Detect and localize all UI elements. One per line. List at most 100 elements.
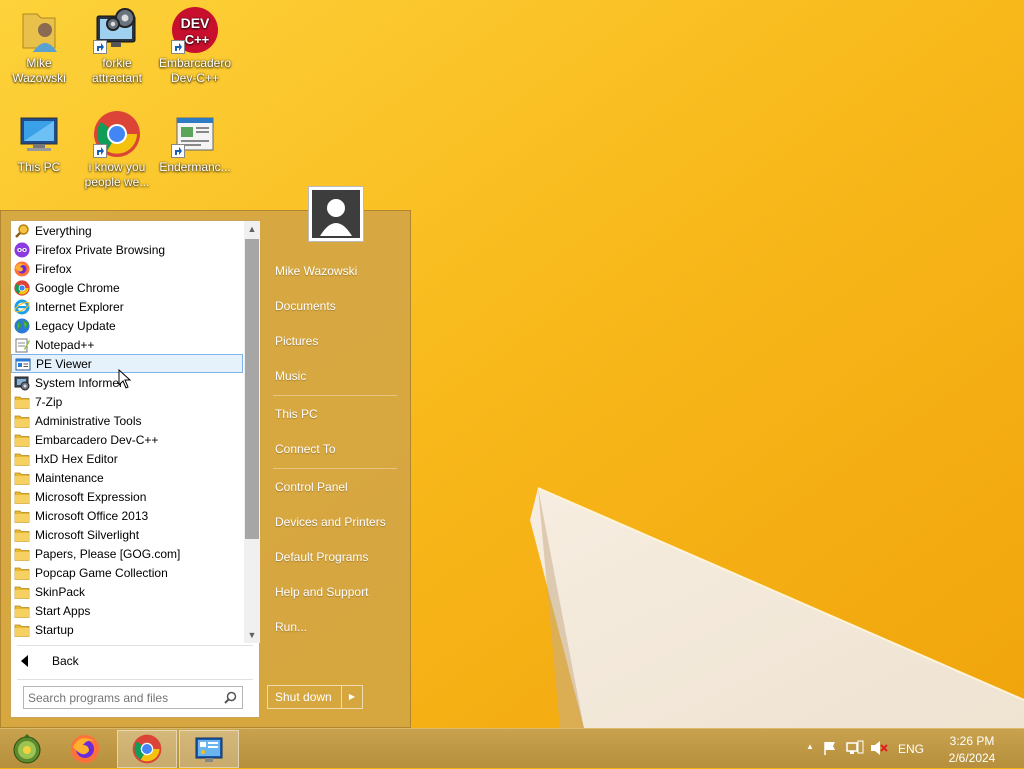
taskbar-chrome[interactable] [117, 730, 177, 768]
program-label: Legacy Update [35, 318, 116, 333]
start-menu-programs-pane: Everything Firefox Private Browsing Firefo… [10, 220, 260, 718]
control-panel-icon [195, 737, 223, 762]
notepad-icon [14, 337, 30, 353]
program-label: Papers, Please [GOG.com] [35, 546, 181, 561]
firefox-icon [14, 261, 30, 277]
program-item[interactable]: Embarcadero Dev-C++ [11, 430, 243, 449]
places-control-panel[interactable]: Control Panel [263, 472, 403, 502]
desktop-icon-forkie-attractant[interactable]: forkie attractant [78, 0, 156, 86]
folder-icon [14, 622, 30, 638]
program-list-scrollbar[interactable]: ▲ ▼ [244, 221, 260, 643]
places-default-programs[interactable]: Default Programs [263, 542, 403, 572]
scrollbar-thumb[interactable] [245, 239, 259, 539]
program-item[interactable]: Internet Explorer [11, 297, 243, 316]
program-item[interactable]: Startup [11, 620, 243, 639]
start-orb-icon [13, 734, 41, 764]
program-item[interactable]: HxD Hex Editor [11, 449, 243, 468]
program-item[interactable]: SkinPack [11, 582, 243, 601]
computer-icon [15, 110, 63, 158]
start-button[interactable] [0, 730, 54, 768]
desktop-icon-this-pc[interactable]: This PC [0, 104, 78, 175]
document-window-icon [171, 110, 219, 158]
action-center-flag-icon[interactable] [822, 740, 838, 759]
program-label: Notepad++ [35, 337, 95, 352]
search-box[interactable] [23, 686, 243, 709]
program-item[interactable]: Start Apps [11, 601, 243, 620]
folder-icon [14, 451, 30, 467]
program-label: Microsoft Silverlight [35, 527, 140, 542]
folder-icon [14, 565, 30, 581]
program-label: Maintenance [35, 470, 104, 485]
places-user-folder[interactable]: Mike Wazowski [263, 256, 403, 286]
program-item[interactable]: Microsoft Silverlight [11, 525, 243, 544]
desktop-icon-label: i know you people we... [84, 160, 150, 189]
program-label: HxD Hex Editor [35, 451, 118, 466]
scroll-down-icon[interactable]: ▼ [244, 627, 260, 643]
folder-icon [14, 470, 30, 486]
program-label: Microsoft Office 2013 [35, 508, 149, 523]
places-devices-and-printers[interactable]: Devices and Printers [263, 507, 403, 537]
shortcut-arrow-icon [93, 144, 107, 158]
program-item[interactable]: Firefox [11, 259, 243, 278]
scroll-up-icon[interactable]: ▲ [244, 221, 260, 237]
search-icon[interactable] [224, 691, 237, 707]
desktop-icon-mike-wazowski[interactable]: Mike Wazowski [0, 0, 78, 86]
volume-muted-icon[interactable] [870, 740, 888, 759]
program-item[interactable]: Legacy Update [11, 316, 243, 335]
chrome-icon [132, 734, 162, 764]
program-label: Google Chrome [35, 280, 120, 295]
desktop-icon-chrome-shortcut[interactable]: i know you people we... [78, 104, 156, 190]
magnifier-icon [14, 223, 30, 239]
user-avatar[interactable] [308, 186, 364, 242]
folder-icon [14, 413, 30, 429]
start-menu-places-pane: Mike Wazowski Documents Pictures Music T… [263, 186, 411, 729]
program-item[interactable]: Firefox Private Browsing [11, 240, 243, 259]
desktop-icon-embarcadero-devcpp[interactable]: DEV C++ Embarcadero Dev-C++ [156, 0, 234, 86]
taskbar-firefox[interactable] [55, 730, 115, 768]
program-item[interactable]: Papers, Please [GOG.com] [11, 544, 243, 563]
program-item[interactable]: Microsoft Expression [11, 487, 243, 506]
back-button[interactable]: Back [19, 650, 219, 672]
places-pictures[interactable]: Pictures [263, 326, 403, 356]
devcpp-badge-top: DEV [181, 15, 210, 31]
places-help-and-support[interactable]: Help and Support [263, 577, 403, 607]
taskbar-control-panel[interactable] [179, 730, 239, 768]
chrome-icon [93, 110, 141, 158]
shutdown-options-arrow-icon[interactable]: ▶ [340, 686, 362, 708]
program-item[interactable]: Notepad++ [11, 335, 243, 354]
desktop-icon-endermanch[interactable]: Endermanc... [156, 104, 234, 175]
program-label: Firefox Private Browsing [35, 242, 166, 257]
clock-date[interactable]: 2/6/2024 [940, 751, 1004, 765]
program-item[interactable]: Maintenance [11, 468, 243, 487]
program-label: Embarcadero Dev-C++ [35, 432, 159, 447]
clock-time[interactable]: 3:26 PM [940, 734, 1004, 748]
program-item[interactable]: Google Chrome [11, 278, 243, 297]
mouse-cursor-icon [118, 369, 132, 389]
folder-icon [14, 546, 30, 562]
program-item[interactable]: 7-Zip [11, 392, 243, 411]
places-music[interactable]: Music [263, 361, 403, 391]
firefox-private-icon [14, 242, 30, 258]
desktop-icon-label: Embarcadero Dev-C++ [158, 56, 232, 85]
program-list: Everything Firefox Private Browsing Firefo… [11, 221, 243, 643]
shutdown-button[interactable]: Shut down [268, 686, 341, 708]
input-language[interactable]: ENG [898, 742, 924, 756]
program-label: Popcap Game Collection [35, 565, 168, 580]
divider [17, 679, 253, 680]
places-this-pc[interactable]: This PC [263, 399, 403, 429]
folder-icon [14, 394, 30, 410]
devcpp-icon: DEV C++ [171, 6, 219, 54]
places-connect-to[interactable]: Connect To [263, 434, 403, 464]
program-label: Administrative Tools [35, 413, 142, 428]
program-label: Startup [35, 622, 74, 637]
program-item[interactable]: Everything [11, 221, 243, 240]
back-label: Back [52, 654, 79, 668]
network-icon[interactable] [846, 740, 864, 759]
search-input[interactable] [24, 687, 210, 709]
program-item[interactable]: Microsoft Office 2013 [11, 506, 243, 525]
show-hidden-icons-chevron[interactable]: ▲ [806, 742, 814, 751]
places-documents[interactable]: Documents [263, 291, 403, 321]
program-item[interactable]: Popcap Game Collection [11, 563, 243, 582]
program-item[interactable]: Administrative Tools [11, 411, 243, 430]
places-run[interactable]: Run... [263, 612, 403, 642]
